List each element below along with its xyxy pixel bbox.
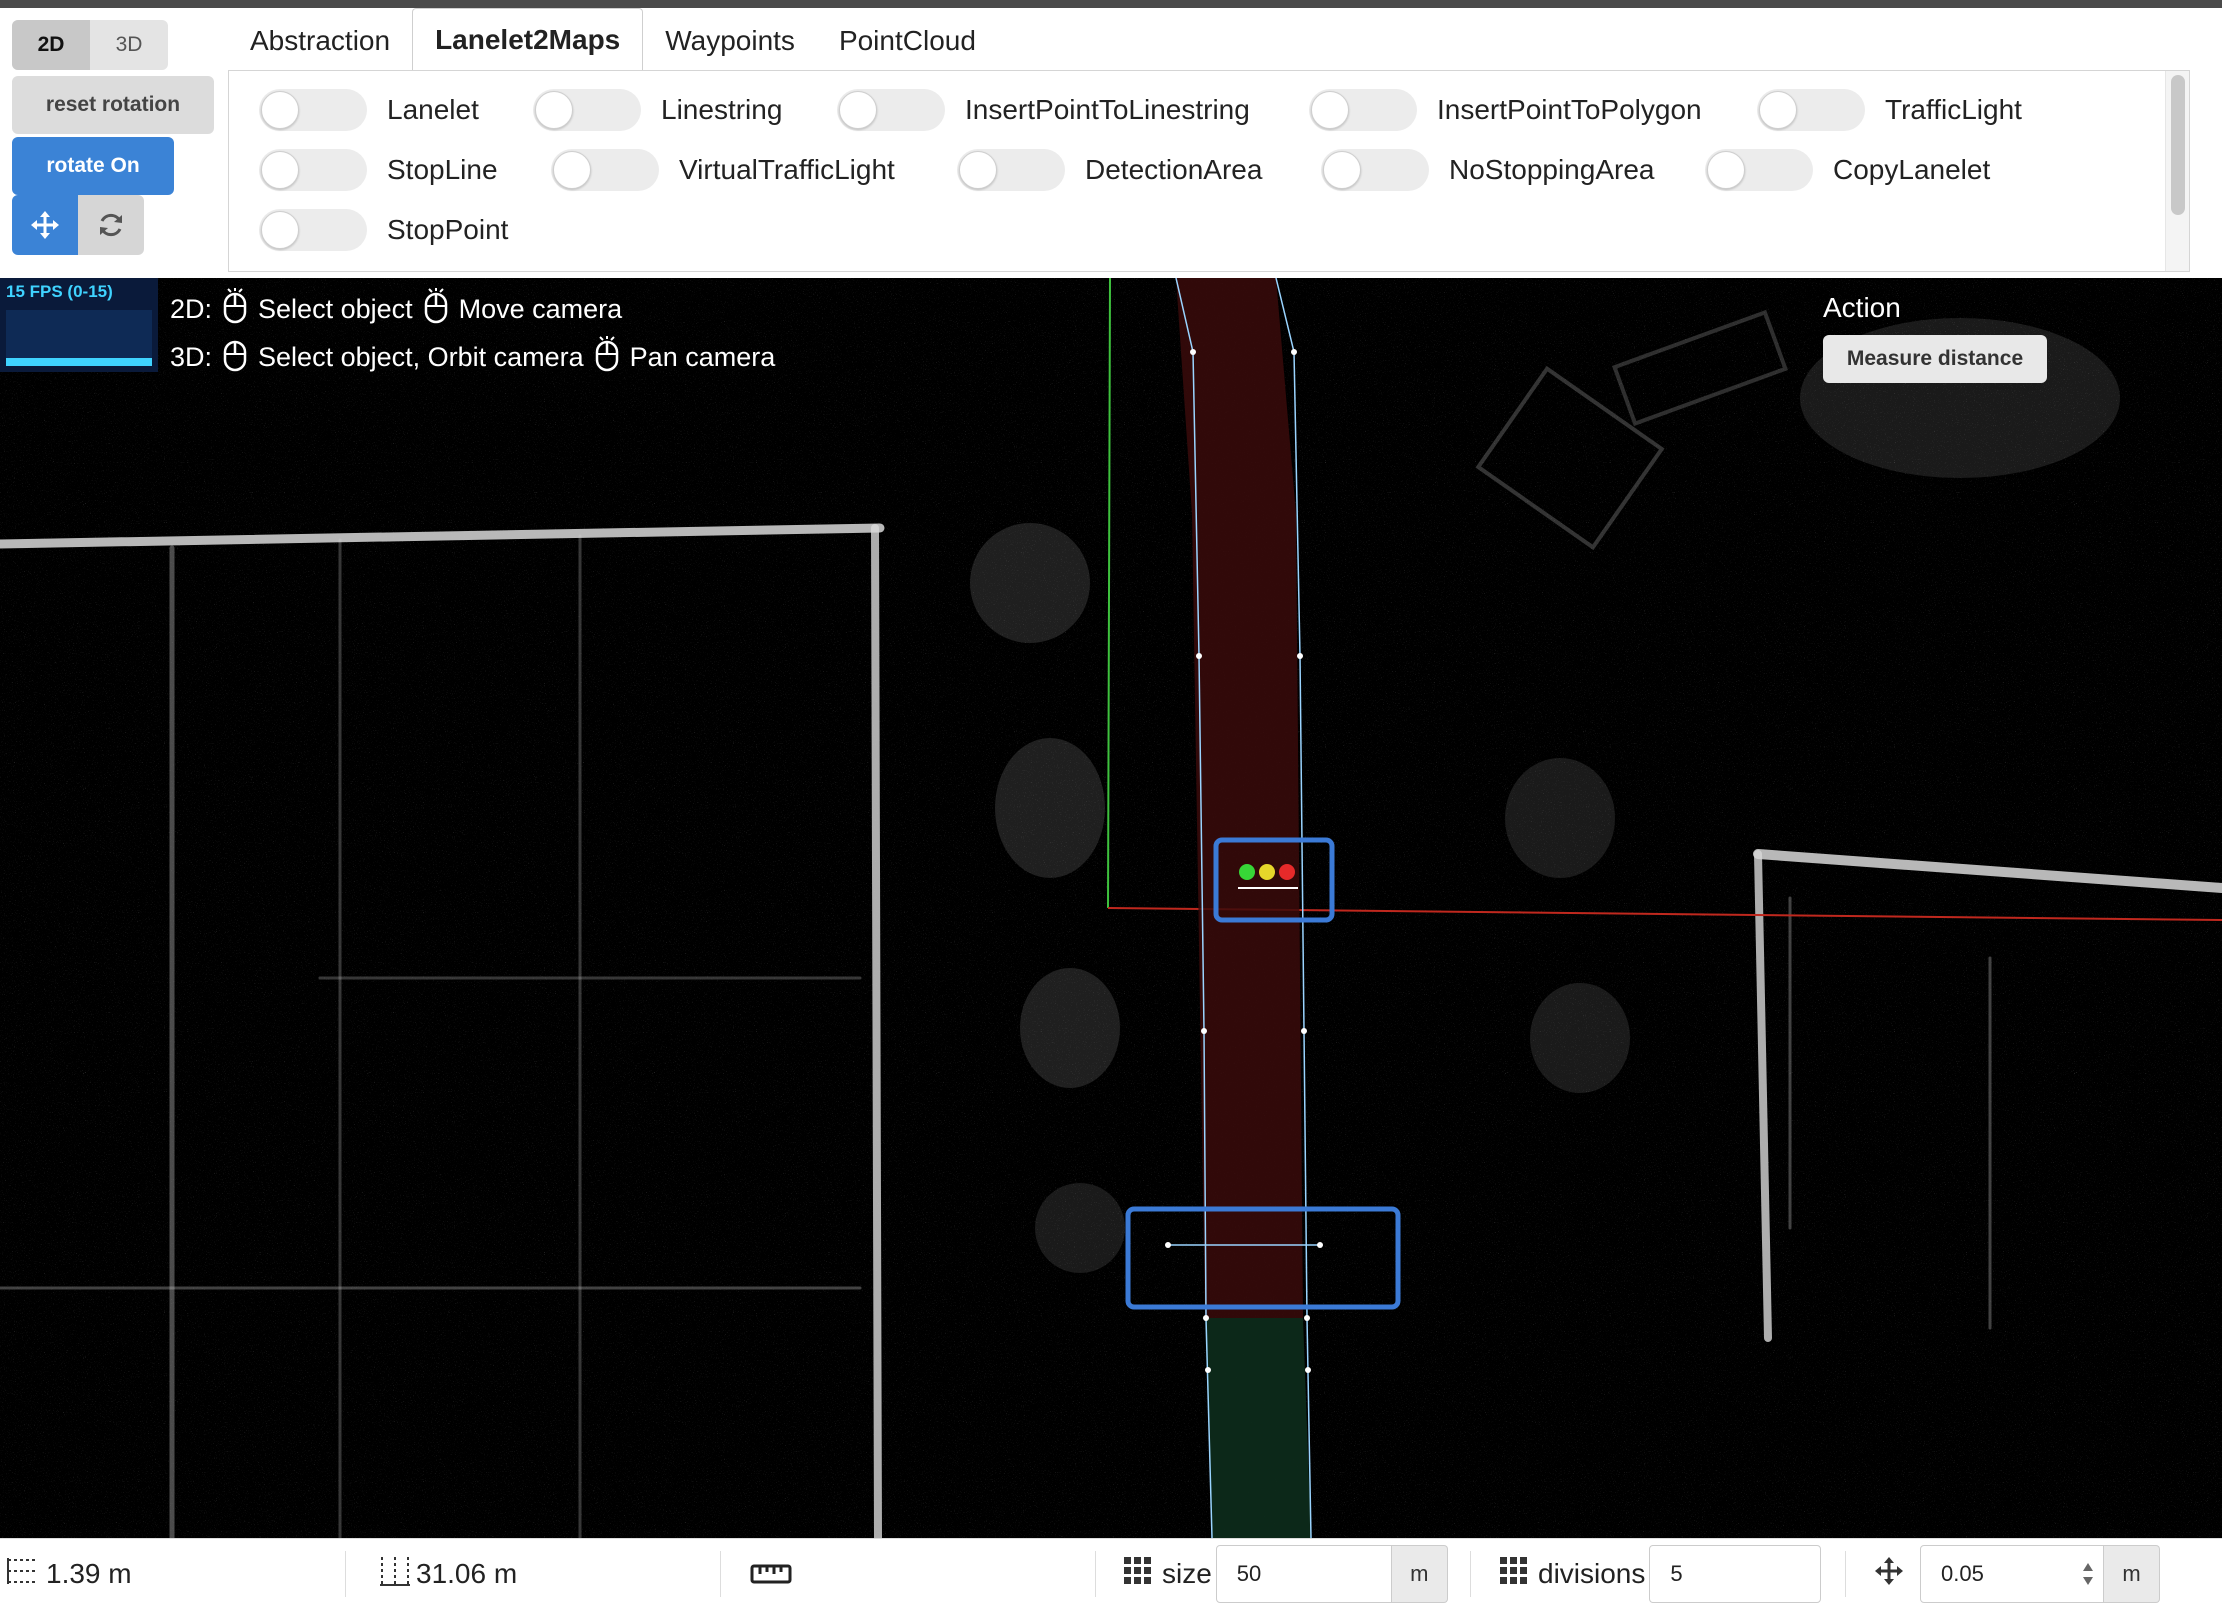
reset-rotation-button[interactable]: reset rotation (12, 76, 214, 134)
grid-size-control: size 50 m (1124, 1539, 1448, 1608)
fps-monitor: 15 FPS (0-15) (0, 278, 158, 372)
divisions-label: divisions (1538, 1558, 1646, 1589)
help-3d-prefix: 3D: (170, 342, 213, 372)
size-unit: m (1391, 1545, 1448, 1603)
tab-bar: Abstraction Lanelet2Maps Waypoints Point… (228, 8, 998, 70)
toggle-label: DetectionArea (1085, 154, 1263, 185)
lanelet-switch[interactable] (259, 89, 367, 131)
no-stopping-area-switch[interactable] (1321, 149, 1429, 191)
snap-input[interactable]: 0.05 (1920, 1545, 2104, 1603)
toggle-label: CopyLanelet (1833, 154, 1991, 185)
toggle-linestring: Linestring (533, 89, 782, 131)
toggle-detection-area: DetectionArea (957, 149, 1262, 191)
snap-control: 0.05 m (1874, 1539, 2160, 1608)
measure-distance-button[interactable]: Measure distance (1823, 335, 2047, 383)
toggle-label: StopPoint (387, 214, 509, 245)
insert-point-to-polygon-switch[interactable] (1309, 89, 1417, 131)
top-strip (0, 0, 2222, 8)
help-2d: 2D: Select object Move camera (170, 288, 622, 331)
toggle-label: TrafficLight (1885, 94, 2022, 125)
size-input[interactable]: 50 (1215, 1545, 1392, 1603)
map-viewport[interactable]: 15 FPS (0-15) 2D: Select object Move cam… (0, 278, 2222, 1538)
help-3d: 3D: Select object, Orbit camera Pan came… (170, 336, 775, 379)
fps-text: 15 FPS (0-15) (6, 282, 113, 301)
help-2d-move: Move camera (458, 294, 623, 324)
traffic-light-yellow (1259, 864, 1275, 880)
grid-spacing-value: 1.39 m (46, 1558, 132, 1589)
mouse-left-icon (222, 288, 248, 331)
dimension-toggle: 2D 3D (12, 20, 168, 70)
toggle-label: Lanelet (387, 94, 479, 125)
toggle-label: StopLine (387, 154, 498, 185)
tab-waypoints[interactable]: Waypoints (643, 12, 817, 70)
lanelet-green-polygon[interactable] (1205, 1318, 1311, 1538)
copy-lanelet-switch[interactable] (1705, 149, 1813, 191)
grid-spacing: 1.39 m (6, 1539, 132, 1608)
help-3d-pan: Pan camera (629, 342, 776, 372)
snap-unit: m (2104, 1545, 2160, 1603)
toggle-label: InsertPointToLinestring (965, 94, 1250, 125)
panel-scroll-track[interactable] (2165, 71, 2189, 271)
ruler-icon[interactable] (750, 1539, 792, 1608)
grid-extent-value: 31.06 m (416, 1558, 518, 1589)
insert-point-to-linestring-switch[interactable] (837, 89, 945, 131)
toggle-label: InsertPointToPolygon (1437, 94, 1702, 125)
move-icon[interactable] (12, 195, 78, 255)
traffic-light-green (1239, 864, 1255, 880)
toggle-label: NoStoppingArea (1449, 154, 1655, 185)
traffic-light-switch[interactable] (1757, 89, 1865, 131)
tab-pointcloud[interactable]: PointCloud (817, 12, 998, 70)
refresh-icon[interactable] (78, 195, 144, 255)
toggle-lanelet: Lanelet (259, 89, 479, 131)
mode-3d-button[interactable]: 3D (90, 20, 168, 70)
camera-mode-group (12, 195, 144, 255)
detection-area-switch[interactable] (957, 149, 1065, 191)
traffic-light-red (1279, 864, 1295, 880)
spinner-icon[interactable] (2081, 1560, 2095, 1594)
toggle-traffic-light: TrafficLight (1757, 89, 2022, 131)
toggle-label: VirtualTrafficLight (679, 154, 895, 185)
grid-extent: 31.06 m (378, 1539, 517, 1608)
help-3d-select: Select object, Orbit camera (258, 342, 584, 372)
linestring-switch[interactable] (533, 89, 641, 131)
toggle-label: Linestring (661, 94, 783, 125)
panel-scrollbar[interactable] (2171, 75, 2185, 215)
toggle-virtual-traffic-light: VirtualTrafficLight (551, 149, 895, 191)
mouse-right-icon (423, 288, 449, 331)
move-icon (1874, 1556, 1904, 1593)
grid-icon (1500, 1556, 1528, 1592)
virtual-traffic-light-switch[interactable] (551, 149, 659, 191)
toggle-no-stopping-area: NoStoppingArea (1321, 149, 1654, 191)
tab-lanelet2maps[interactable]: Lanelet2Maps (412, 8, 644, 70)
help-2d-prefix: 2D: (170, 294, 213, 324)
rotate-on-button[interactable]: rotate On (12, 137, 174, 195)
grid-icon (1124, 1556, 1152, 1592)
action-title: Action (1823, 292, 1901, 323)
map-scene[interactable] (0, 278, 2222, 1538)
toggle-stop-line: StopLine (259, 149, 498, 191)
divisions-input[interactable]: 5 (1649, 1545, 1822, 1603)
size-label: size (1162, 1558, 1212, 1589)
status-bar: 1.39 m 31.06 m size 50 m divisions 5 0.0… (0, 1538, 2222, 1608)
toggle-insert-point-to-polygon: InsertPointToPolygon (1309, 89, 1702, 131)
toggle-insert-point-to-linestring: InsertPointToLinestring (837, 89, 1250, 131)
grid-divisions-control: divisions 5 (1500, 1539, 1822, 1608)
grid-extent-icon (378, 1555, 412, 1594)
grid-spacing-icon (6, 1556, 40, 1593)
snap-value: 0.05 (1941, 1561, 1984, 1586)
view-controls: 2D 3D reset rotation rotate On (0, 8, 228, 278)
tab-abstraction[interactable]: Abstraction (228, 12, 412, 70)
mouse-right-icon (594, 336, 620, 379)
mouse-left-icon (222, 336, 248, 379)
fps-graph (6, 310, 152, 366)
tool-toggles-panel: Lanelet Linestring InsertPointToLinestri… (228, 70, 2190, 272)
toggle-copy-lanelet: CopyLanelet (1705, 149, 1990, 191)
help-2d-select: Select object (258, 294, 413, 324)
toggle-stop-point: StopPoint (259, 209, 508, 251)
stop-point-switch[interactable] (259, 209, 367, 251)
stop-line-switch[interactable] (259, 149, 367, 191)
mode-2d-button[interactable]: 2D (12, 20, 90, 70)
